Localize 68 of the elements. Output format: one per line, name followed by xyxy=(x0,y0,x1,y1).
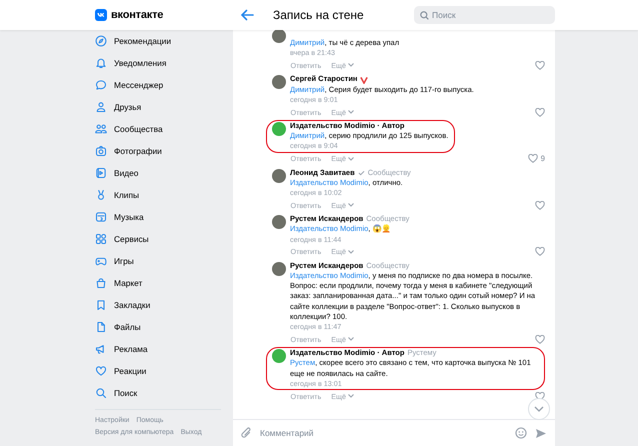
sidebar-item[interactable]: Музыка xyxy=(95,206,233,228)
v-badge-icon xyxy=(360,76,368,84)
avatar-photo[interactable] xyxy=(272,262,286,276)
sidebar-item[interactable]: Реакции xyxy=(95,360,233,382)
logo-avatar[interactable] xyxy=(272,349,286,364)
sidebar-item-icon xyxy=(95,321,107,333)
logo-avatar[interactable] xyxy=(272,122,286,136)
sidebar-item-icon xyxy=(95,387,107,399)
avatar-photo[interactable] xyxy=(272,30,286,43)
sidebar-item-icon xyxy=(95,277,107,289)
back-arrow-icon[interactable] xyxy=(240,9,254,21)
emoji-icon[interactable] xyxy=(515,427,527,439)
sidebar-item[interactable]: Фотографии xyxy=(95,140,233,162)
heart-icon[interactable] xyxy=(535,392,545,401)
sidebar-item-icon xyxy=(95,255,107,267)
sidebar-item-icon xyxy=(95,101,107,113)
sidebar-item-icon xyxy=(95,35,107,47)
send-icon[interactable] xyxy=(535,428,547,438)
sidebar-item-icon xyxy=(95,211,107,223)
heart-icon[interactable] xyxy=(535,60,545,70)
sidebar-item[interactable]: Видео xyxy=(95,162,233,184)
heart-icon[interactable] xyxy=(535,247,545,256)
sidebar-item-icon xyxy=(95,123,107,135)
chevron-down-icon xyxy=(348,110,354,114)
chevron-down-icon xyxy=(348,156,354,161)
search-field[interactable]: Поиск xyxy=(414,6,555,24)
sidebar-item-icon xyxy=(95,145,107,157)
sidebar-item-icon xyxy=(95,299,107,311)
avatar-photo[interactable] xyxy=(272,215,286,230)
sidebar-item[interactable]: Друзья xyxy=(95,96,233,118)
sidebar-item-icon xyxy=(95,189,107,201)
sidebar-item[interactable]: Поиск xyxy=(95,382,233,404)
chevron-down-icon xyxy=(348,203,354,208)
sidebar-item[interactable]: Реклама xyxy=(95,338,233,360)
sidebar-item-icon xyxy=(95,343,107,355)
chevron-down-icon xyxy=(348,337,354,342)
avatar-photo[interactable] xyxy=(272,75,286,90)
heart-icon[interactable] xyxy=(535,334,545,344)
sidebar-item-icon xyxy=(95,57,107,69)
sidebar-item[interactable]: Рекомендации xyxy=(95,30,233,52)
sidebar-item-icon xyxy=(95,79,107,91)
sidebar-item[interactable]: Файлы xyxy=(95,316,233,338)
chevron-down-icon xyxy=(348,250,354,254)
checkmark-icon xyxy=(358,170,365,176)
chevron-down-icon xyxy=(534,406,544,412)
vk-logo-icon[interactable] xyxy=(95,9,107,21)
sidebar-item[interactable]: Сообщества xyxy=(95,118,233,140)
sidebar-item[interactable]: Игры xyxy=(95,250,233,272)
avatar-photo[interactable] xyxy=(272,168,286,183)
sidebar-item[interactable]: Закладки xyxy=(95,294,233,316)
heart-icon[interactable] xyxy=(528,154,538,164)
sidebar-item-icon xyxy=(95,365,107,377)
sidebar-item[interactable]: Маркет xyxy=(95,272,233,294)
scroll-down-button[interactable] xyxy=(528,398,550,420)
page-title: Запись на стене xyxy=(273,8,364,22)
paperclip-icon[interactable] xyxy=(241,427,252,439)
sidebar-item-icon xyxy=(95,167,107,179)
sidebar-item[interactable]: Сервисы xyxy=(95,228,233,250)
sidebar-item[interactable]: Мессенджер xyxy=(95,74,233,96)
heart-icon[interactable] xyxy=(535,200,545,210)
sidebar-item[interactable]: Уведомления xyxy=(95,52,233,74)
sidebar-item-icon xyxy=(95,233,107,245)
chevron-down-icon xyxy=(348,63,354,68)
logo-text: вконтакте xyxy=(111,9,164,21)
search-icon xyxy=(420,10,429,20)
sidebar-item[interactable]: Клипы xyxy=(95,184,233,206)
chevron-down-icon xyxy=(348,394,354,398)
heart-icon[interactable] xyxy=(535,108,545,117)
